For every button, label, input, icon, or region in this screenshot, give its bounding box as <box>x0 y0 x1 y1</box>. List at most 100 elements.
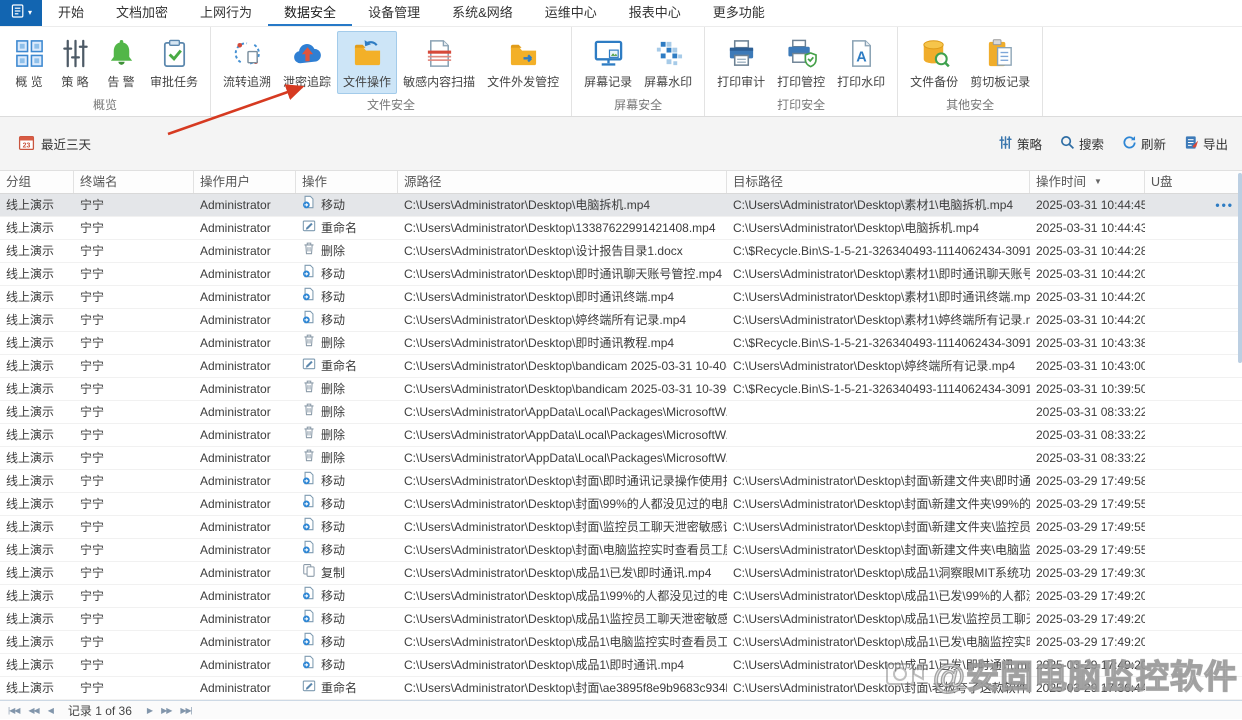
operation-label: 移动 <box>321 474 346 488</box>
tab-menu-8[interactable]: 更多功能 <box>697 0 781 26</box>
pager-prev-page-button[interactable]: ◀◀ <box>28 706 39 715</box>
table-row[interactable]: 线上演示 宁宁 Administrator 移动 C:\Users\Administra… <box>0 608 1242 631</box>
ribbon-button-2-0[interactable]: 屏幕记录 <box>578 31 638 94</box>
ribbon-button-0-0[interactable]: 概 览 <box>6 31 52 94</box>
pager-first-button[interactable]: |◀◀ <box>8 706 20 715</box>
cell-operation: 重命名 <box>296 217 398 239</box>
row-actions-menu[interactable]: ••• <box>1215 194 1234 216</box>
column-header-operation-time[interactable]: 操作时间 ▼ <box>1030 171 1145 193</box>
records-table: 分组 终端名 操作用户 操作 源路径 目标路径 操作时间 ▼ U盘 线上演示 宁宁 Administ… <box>0 171 1242 700</box>
table-row[interactable]: 线上演示 宁宁 Administrator 复制 C:\Users\Administra… <box>0 562 1242 585</box>
cell-target-path: C:\Users\Administrator\Desktop\封面\新建文件夹\… <box>733 497 1030 511</box>
tab-menu-4[interactable]: 设备管理 <box>352 0 436 26</box>
ribbon-button-1-4[interactable]: 文件外发管控 <box>481 31 565 94</box>
app-menu-button[interactable]: ▾ <box>0 0 42 26</box>
table-row[interactable]: 线上演示 宁宁 Administrator 移动 C:\Users\Administra… <box>0 286 1242 309</box>
cell-operator: Administrator <box>200 635 271 649</box>
ribbon-button-4-1[interactable]: 剪切板记录 <box>964 31 1036 94</box>
ribbon-button-3-2[interactable]: A 打印水印 <box>831 31 891 94</box>
rename-icon <box>302 355 316 377</box>
table-row[interactable]: 线上演示 宁宁 Administrator 重命名 C:\Users\Administr… <box>0 355 1242 378</box>
pager-next-button[interactable]: ▶ <box>147 706 153 715</box>
tab-menu-6[interactable]: 运维中心 <box>529 0 613 26</box>
toolbar-actions: 策略 搜索 刷新 导出 <box>998 134 1228 153</box>
toolbar-button-3[interactable]: 导出 <box>1184 134 1228 153</box>
ribbon-button-1-1[interactable]: 泄密追踪 <box>277 31 337 94</box>
column-header-label: 操作 <box>302 175 328 189</box>
table-row[interactable]: 线上演示 宁宁 Administrator 移动 C:\Users\Administra… <box>0 263 1242 286</box>
cell-target-path: C:\Users\Administrator\Desktop\成品1\已发\即时… <box>733 658 1030 672</box>
cell-target-path: C:\Users\Administrator\Desktop\素材1\婷终端所有… <box>733 313 1030 327</box>
toolbar-button-1[interactable]: 搜索 <box>1060 134 1104 153</box>
table-row[interactable]: 线上演示 宁宁 Administrator 删除 C:\Users\Administra… <box>0 240 1242 263</box>
sort-descending-icon[interactable]: ▼ <box>1094 171 1102 193</box>
tab-menu-0[interactable]: 开始 <box>42 0 100 26</box>
svg-text:23: 23 <box>23 142 31 149</box>
tab-menu-3[interactable]: 数据安全 <box>268 0 352 26</box>
cell-source-path: C:\Users\Administrator\Desktop\婷终端所有记录.m… <box>404 313 687 327</box>
table-row[interactable]: 线上演示 宁宁 Administrator 重命名 C:\Users\Administr… <box>0 217 1242 240</box>
cell-operator: Administrator <box>200 198 271 212</box>
column-header-target-path[interactable]: 目标路径 <box>727 171 1030 193</box>
column-header-usb[interactable]: U盘 <box>1145 171 1242 193</box>
cell-group: 线上演示 <box>6 267 55 281</box>
tab-menu-1[interactable]: 文档加密 <box>100 0 184 26</box>
cell-terminal-name: 宁宁 <box>80 405 105 419</box>
table-row[interactable]: 线上演示 宁宁 Administrator 移动 C:\Users\Administra… <box>0 516 1242 539</box>
cell-operation: 移动 <box>296 585 398 607</box>
column-header-group[interactable]: 分组 <box>0 171 74 193</box>
table-row[interactable]: 线上演示 宁宁 Administrator 删除 C:\Users\Administra… <box>0 332 1242 355</box>
tab-menu-2[interactable]: 上网行为 <box>184 0 268 26</box>
table-row[interactable]: 线上演示 宁宁 Administrator 移动 C:\Users\Administra… <box>0 194 1242 217</box>
cell-source-path: C:\Users\Administrator\Desktop\成品1\已发\即时… <box>404 566 712 580</box>
cell-operation: 复制 <box>296 562 398 584</box>
cell-source-path: C:\Users\Administrator\Desktop\封面\电脑监控实时… <box>404 543 727 557</box>
cell-operation: 移动 <box>296 539 398 561</box>
column-header-terminal-name[interactable]: 终端名 <box>74 171 194 193</box>
ribbon-button-2-1[interactable]: 屏幕水印 <box>638 31 698 94</box>
table-row[interactable]: 线上演示 宁宁 Administrator 移动 C:\Users\Administra… <box>0 309 1242 332</box>
scrollbar-thumb[interactable] <box>1238 173 1242 363</box>
cell-operation: 删除 <box>296 424 398 446</box>
tab-menu-5[interactable]: 系统&网络 <box>436 0 529 26</box>
table-row[interactable]: 线上演示 宁宁 Administrator 移动 C:\Users\Administra… <box>0 654 1242 677</box>
cell-operation: 移动 <box>296 516 398 538</box>
table-row[interactable]: 线上演示 宁宁 Administrator 移动 C:\Users\Administra… <box>0 470 1242 493</box>
vertical-scrollbar[interactable] <box>1237 171 1242 700</box>
ribbon-button-1-2[interactable]: 文件操作 <box>337 31 398 94</box>
pager-next-page-button[interactable]: ▶▶ <box>161 706 172 715</box>
ribbon-button-label: 敏感内容扫描 <box>403 75 476 89</box>
column-header-operator[interactable]: 操作用户 <box>194 171 296 193</box>
ribbon-button-4-0[interactable]: 文件备份 <box>904 31 964 94</box>
toolbar-button-0[interactable]: 策略 <box>998 134 1042 153</box>
cell-source-path: C:\Users\Administrator\AppData\Local\Pac… <box>404 428 727 442</box>
ribbon-button-3-0[interactable]: 打印审计 <box>711 31 771 94</box>
pager-last-button[interactable]: ▶▶| <box>180 706 192 715</box>
cell-usb <box>1145 562 1242 584</box>
table-row[interactable]: 线上演示 宁宁 Administrator 移动 C:\Users\Administra… <box>0 585 1242 608</box>
table-row[interactable]: 线上演示 宁宁 Administrator 删除 C:\Users\Administra… <box>0 447 1242 470</box>
table-row[interactable]: 线上演示 宁宁 Administrator 移动 C:\Users\Administra… <box>0 539 1242 562</box>
table-row[interactable]: 线上演示 宁宁 Administrator 移动 C:\Users\Administra… <box>0 493 1242 516</box>
column-header-operation[interactable]: 操作 <box>296 171 398 193</box>
ribbon-button-0-3[interactable]: 审批任务 <box>144 31 204 94</box>
table-row[interactable]: 线上演示 宁宁 Administrator 移动 C:\Users\Administra… <box>0 631 1242 654</box>
ribbon-button-3-1[interactable]: 打印管控 <box>771 31 831 94</box>
ribbon-button-0-2[interactable]: 告 警 <box>98 31 144 94</box>
tab-menu-7[interactable]: 报表中心 <box>613 0 697 26</box>
cell-operation-time: 2025-03-29 17:49:55 <box>1036 520 1145 534</box>
column-header-source-path[interactable]: 源路径 <box>398 171 727 193</box>
table-row[interactable]: 线上演示 宁宁 Administrator 删除 C:\Users\Administra… <box>0 401 1242 424</box>
ribbon-button-1-3[interactable]: 敏感内容扫描 <box>397 31 481 94</box>
date-range-filter-button[interactable]: 23 最近三天 <box>18 134 91 154</box>
table-row[interactable]: 线上演示 宁宁 Administrator 重命名 C:\Users\Administr… <box>0 677 1242 700</box>
ribbon-button-0-1[interactable]: 策 略 <box>52 31 98 94</box>
cell-operator: Administrator <box>200 290 271 304</box>
ribbon-button-1-0[interactable]: 流转追溯 <box>217 31 277 94</box>
toolbar-button-2[interactable]: 刷新 <box>1122 134 1166 153</box>
operation-label: 删除 <box>321 244 346 258</box>
ribbon-button-label: 策 略 <box>61 75 89 89</box>
table-row[interactable]: 线上演示 宁宁 Administrator 删除 C:\Users\Administra… <box>0 424 1242 447</box>
table-row[interactable]: 线上演示 宁宁 Administrator 删除 C:\Users\Administra… <box>0 378 1242 401</box>
pager-prev-button[interactable]: ◀ <box>48 706 54 715</box>
